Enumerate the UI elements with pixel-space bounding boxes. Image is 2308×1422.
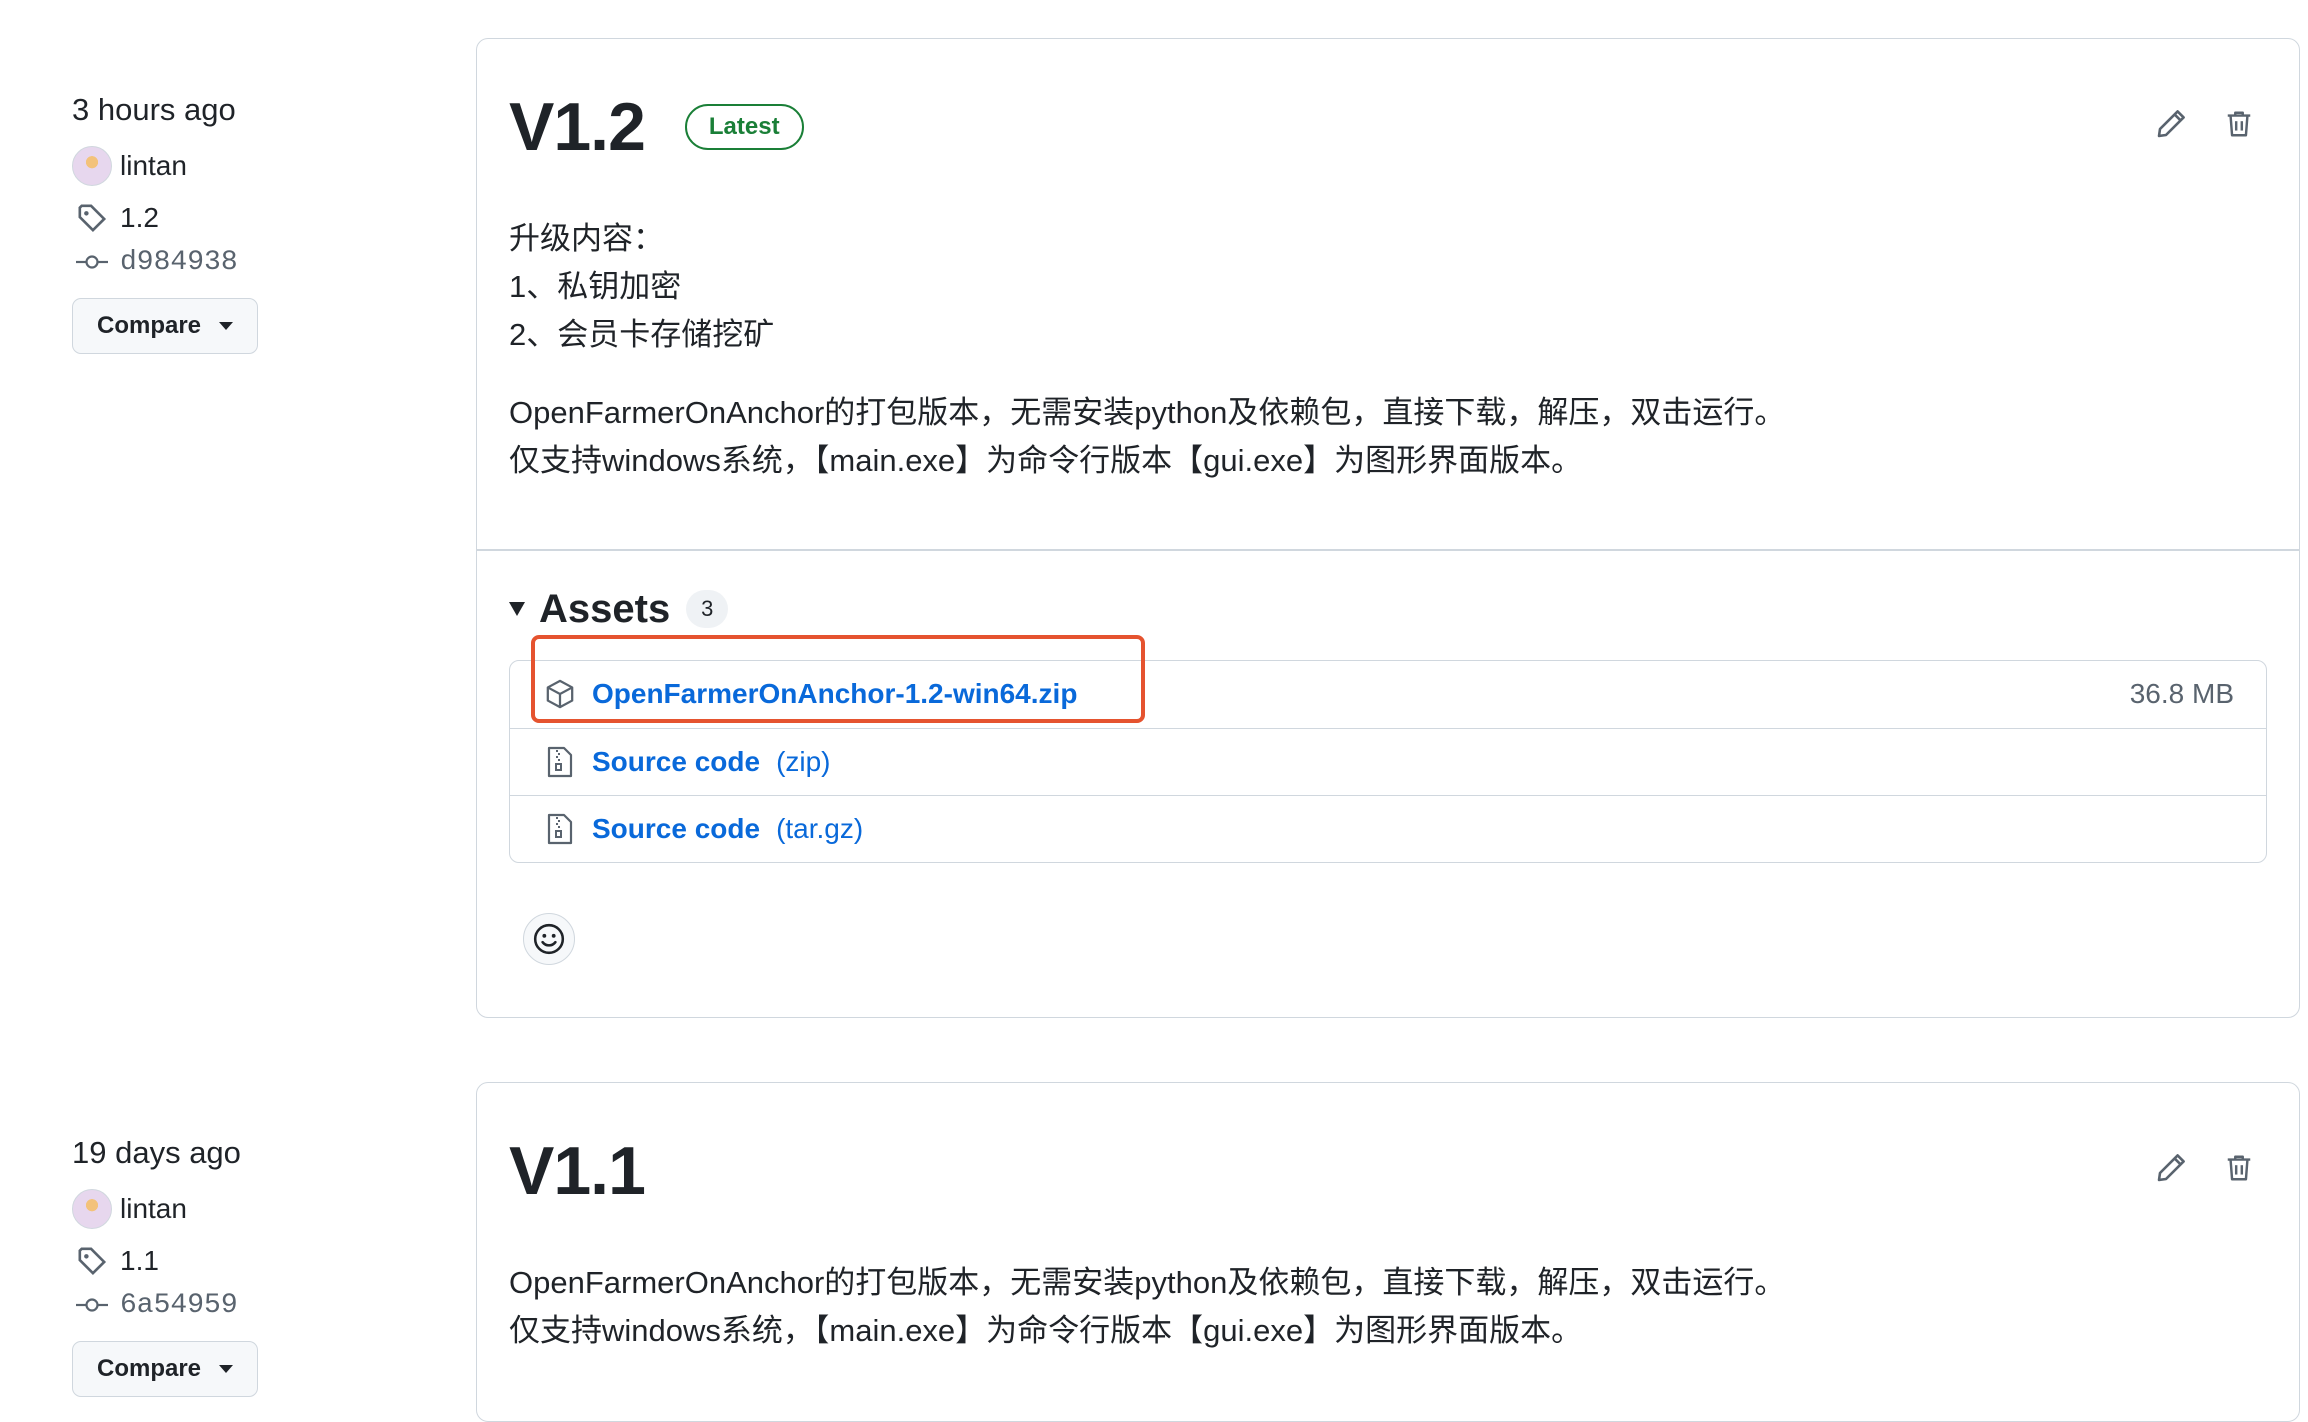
commit-icon	[72, 242, 112, 282]
source-code-link[interactable]: Source code	[592, 746, 760, 778]
release-title[interactable]: V1.2	[509, 88, 646, 166]
add-reaction-button[interactable]	[523, 912, 575, 965]
trash-icon[interactable]	[2219, 1148, 2259, 1188]
notes-line: 1、私钥加密	[509, 269, 682, 304]
commit-sha[interactable]: 6a54959	[120, 1290, 238, 1321]
notes-line: 2、会员卡存储挖矿	[509, 317, 775, 352]
tag-name[interactable]: 1.1	[120, 1245, 159, 1277]
latest-badge: Latest	[684, 104, 804, 150]
edit-icon[interactable]	[2151, 104, 2191, 144]
avatar	[72, 1189, 112, 1229]
compare-label: Compare	[97, 312, 202, 339]
source-code-ext[interactable]: (tar.gz)	[776, 813, 863, 845]
release-meta: 3 hours ago lintan 1.2 d984938 Compare	[72, 90, 402, 354]
commit-sha[interactable]: d984938	[120, 247, 238, 278]
commit-link[interactable]: d984938	[72, 240, 402, 284]
chevron-down-icon	[219, 1365, 234, 1373]
description-line: OpenFarmerOnAnchor的打包版本，无需安装python及依赖包，直…	[509, 1265, 1786, 1300]
tag-icon	[72, 1241, 112, 1281]
tag-name[interactable]: 1.2	[120, 202, 159, 234]
release-time[interactable]: 19 days ago	[72, 1133, 402, 1173]
file-zip-icon	[542, 811, 578, 847]
tag-link[interactable]: 1.1	[72, 1239, 402, 1283]
release-title[interactable]: V1.1	[509, 1132, 646, 1210]
assets-label: Assets	[539, 586, 671, 631]
assets-toggle[interactable]: Assets 3	[509, 587, 2267, 632]
release-meta: 19 days ago lintan 1.1 6a54959 Compare	[72, 1133, 402, 1397]
tag-link[interactable]: 1.2	[72, 196, 402, 240]
release-card: V1.2 Latest 升级内容： 1、私钥加密 2、会员卡存储挖矿 OpenF…	[476, 38, 2300, 1018]
release-card: V1.1 OpenFarmerOnAnchor的打包版本，无需安装python及…	[476, 1082, 2300, 1422]
avatar	[72, 146, 112, 186]
smiley-icon	[533, 923, 565, 954]
description-line: 仅支持windows系统，【main.exe】为命令行版本【gui.exe】为图…	[509, 443, 1583, 478]
notes-line: 升级内容：	[509, 221, 664, 256]
edit-icon[interactable]	[2151, 1148, 2191, 1188]
compare-label: Compare	[97, 1355, 202, 1382]
compare-button[interactable]: Compare	[72, 1341, 259, 1397]
commit-icon	[72, 1285, 112, 1325]
triangle-down-icon	[509, 602, 525, 616]
release-notes: 升级内容： 1、私钥加密 2、会员卡存储挖矿	[509, 215, 2267, 359]
asset-row[interactable]: OpenFarmerOnAnchor-1.2-win64.zip 36.8 MB	[510, 661, 2266, 728]
release-time[interactable]: 3 hours ago	[72, 90, 402, 130]
asset-link[interactable]: OpenFarmerOnAnchor-1.2-win64.zip	[592, 678, 1077, 710]
author-link[interactable]: lintan	[72, 1187, 402, 1231]
description-line: 仅支持windows系统，【main.exe】为命令行版本【gui.exe】为图…	[509, 1313, 1583, 1348]
source-code-ext[interactable]: (zip)	[776, 746, 830, 778]
asset-row[interactable]: Source code (tar.gz)	[510, 794, 2266, 862]
package-icon	[542, 676, 578, 712]
chevron-down-icon	[219, 322, 234, 330]
assets-count: 3	[686, 590, 729, 628]
asset-list: OpenFarmerOnAnchor-1.2-win64.zip 36.8 MB…	[509, 659, 2267, 863]
compare-button[interactable]: Compare	[72, 298, 259, 354]
author-link[interactable]: lintan	[72, 144, 402, 188]
author-name[interactable]: lintan	[120, 1193, 187, 1225]
trash-icon[interactable]	[2219, 104, 2259, 144]
asset-row[interactable]: Source code (zip)	[510, 727, 2266, 795]
tag-icon	[72, 198, 112, 238]
commit-link[interactable]: 6a54959	[72, 1283, 402, 1327]
release-description: OpenFarmerOnAnchor的打包版本，无需安装python及依赖包，直…	[509, 1259, 2267, 1355]
release-description: OpenFarmerOnAnchor的打包版本，无需安装python及依赖包，直…	[509, 389, 2267, 485]
file-zip-icon	[542, 744, 578, 780]
source-code-link[interactable]: Source code	[592, 813, 760, 845]
author-name[interactable]: lintan	[120, 150, 187, 182]
asset-size: 36.8 MB	[2129, 678, 2234, 709]
description-line: OpenFarmerOnAnchor的打包版本，无需安装python及依赖包，直…	[509, 395, 1786, 430]
